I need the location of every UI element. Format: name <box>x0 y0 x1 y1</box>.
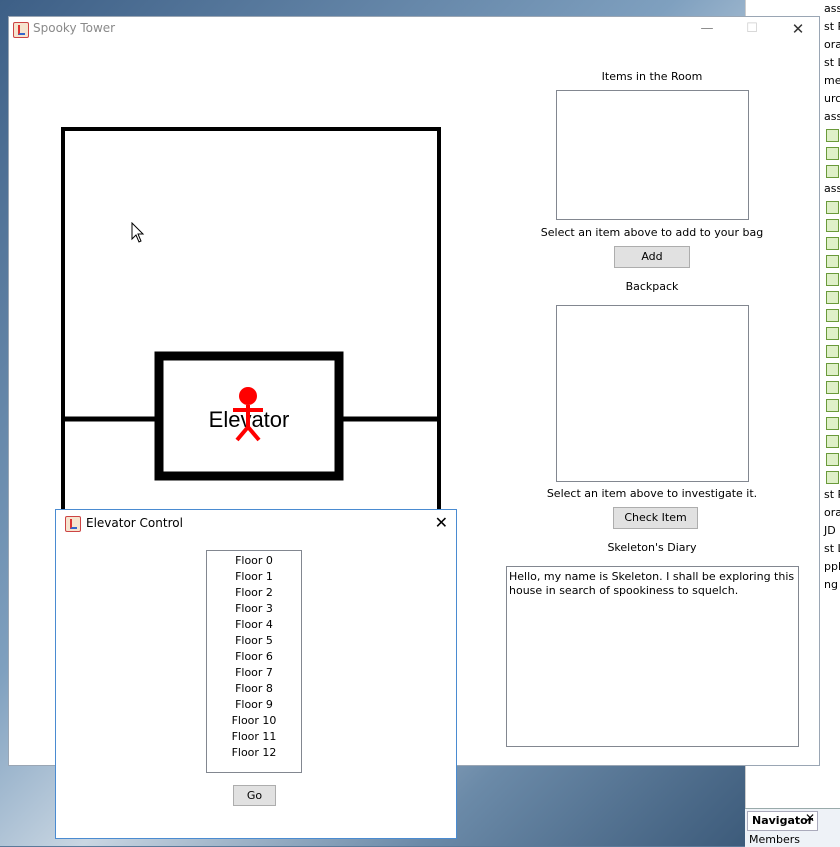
items-hint: Select an item above to add to your bag <box>540 226 764 239</box>
room-items-list[interactable] <box>556 90 749 220</box>
backpack-label: Backpack <box>625 280 679 293</box>
minimize-icon[interactable]: — <box>693 19 721 39</box>
floor-list-item[interactable]: Floor 10 <box>207 713 301 729</box>
ide-tree-label: men <box>824 74 840 87</box>
file-icon <box>826 417 839 430</box>
navigator-members-label: Members <box>749 833 800 846</box>
diary-textarea[interactable]: Hello, my name is Skeleton. I shall be e… <box>506 566 799 747</box>
mouse-cursor-icon <box>131 222 145 243</box>
floor-list-item[interactable]: Floor 11 <box>207 729 301 745</box>
ide-tree-label: ass <box>824 182 840 195</box>
floor-list-item[interactable]: Floor 8 <box>207 681 301 697</box>
file-icon <box>826 255 839 268</box>
ide-tree-label: st Li <box>824 56 840 69</box>
backpack-hint: Select an item above to investigate it. <box>546 487 758 500</box>
close-icon[interactable]: ✕ <box>784 19 812 39</box>
ide-tree-label: orarie <box>824 38 840 51</box>
navigator-close-icon[interactable]: ✕ <box>805 811 815 825</box>
file-icon <box>826 219 839 232</box>
floor-list-item[interactable]: Floor 12 <box>207 745 301 761</box>
ide-tree-label: pplic <box>824 560 840 573</box>
file-icon <box>826 291 839 304</box>
file-icon <box>826 147 839 160</box>
diary-label: Skeleton's Diary <box>607 541 697 554</box>
check-item-button[interactable]: Check Item <box>613 507 698 529</box>
file-icon <box>826 435 839 448</box>
file-icon <box>826 471 839 484</box>
maximize-icon[interactable]: ☐ <box>738 19 766 39</box>
go-button[interactable]: Go <box>233 785 276 806</box>
floor-list-item[interactable]: Floor 5 <box>207 633 301 649</box>
tower-canvas[interactable]: Elevator <box>61 127 441 527</box>
java-app-icon <box>13 22 29 38</box>
ide-tree-label: ass <box>824 2 840 15</box>
close-icon[interactable]: ✕ <box>435 513 448 532</box>
file-icon <box>826 327 839 340</box>
file-icon <box>826 363 839 376</box>
file-icon <box>826 309 839 322</box>
floor-list-item[interactable]: Floor 9 <box>207 697 301 713</box>
file-icon <box>826 399 839 412</box>
ide-tree-label: orarie <box>824 506 840 519</box>
elevator-control-window: Elevator Control ✕ Floor 0 Floor 1 Floor 2… <box>55 509 457 839</box>
floor-list-item[interactable]: Floor 0 <box>207 553 301 569</box>
file-icon <box>826 201 839 214</box>
title-bar[interactable]: Spooky Tower — ☐ ✕ <box>9 17 819 41</box>
floor-list-item[interactable]: Floor 7 <box>207 665 301 681</box>
ide-tree-label: JD <box>824 524 836 537</box>
floor-list-item[interactable]: Floor 4 <box>207 617 301 633</box>
floor-list[interactable]: Floor 0 Floor 1 Floor 2 Floor 3 Floor 4 Floor… <box>206 550 302 773</box>
file-icon <box>826 129 839 142</box>
file-icon <box>826 453 839 466</box>
floor-list-item[interactable]: Floor 1 <box>207 569 301 585</box>
floor-list-item[interactable]: Floor 3 <box>207 601 301 617</box>
ide-tree-label: urce <box>824 92 840 105</box>
ide-tree-label: ng <box>824 578 838 591</box>
file-icon <box>826 345 839 358</box>
ide-tree-label: st Pa <box>824 488 840 501</box>
file-icon <box>826 237 839 250</box>
add-button[interactable]: Add <box>614 246 690 268</box>
floor-list-item[interactable]: Floor 2 <box>207 585 301 601</box>
java-app-icon <box>65 516 81 532</box>
tower-drawing: Elevator <box>61 127 441 527</box>
floor-list-item[interactable]: Floor 6 <box>207 649 301 665</box>
elevator-window-title: Elevator Control <box>86 516 183 530</box>
file-icon <box>826 165 839 178</box>
backpack-list[interactable] <box>556 305 749 482</box>
items-in-room-label: Items in the Room <box>601 70 703 83</box>
file-icon <box>826 273 839 286</box>
ide-tree-label: st Pa <box>824 20 840 33</box>
window-title: Spooky Tower <box>33 21 116 35</box>
file-icon <box>826 381 839 394</box>
stick-figure-head <box>239 387 257 405</box>
ide-tree-label: st Li <box>824 542 840 555</box>
navigator-panel: Navigator ✕ Members <box>745 808 840 847</box>
ide-tree-label: ass <box>824 110 840 123</box>
